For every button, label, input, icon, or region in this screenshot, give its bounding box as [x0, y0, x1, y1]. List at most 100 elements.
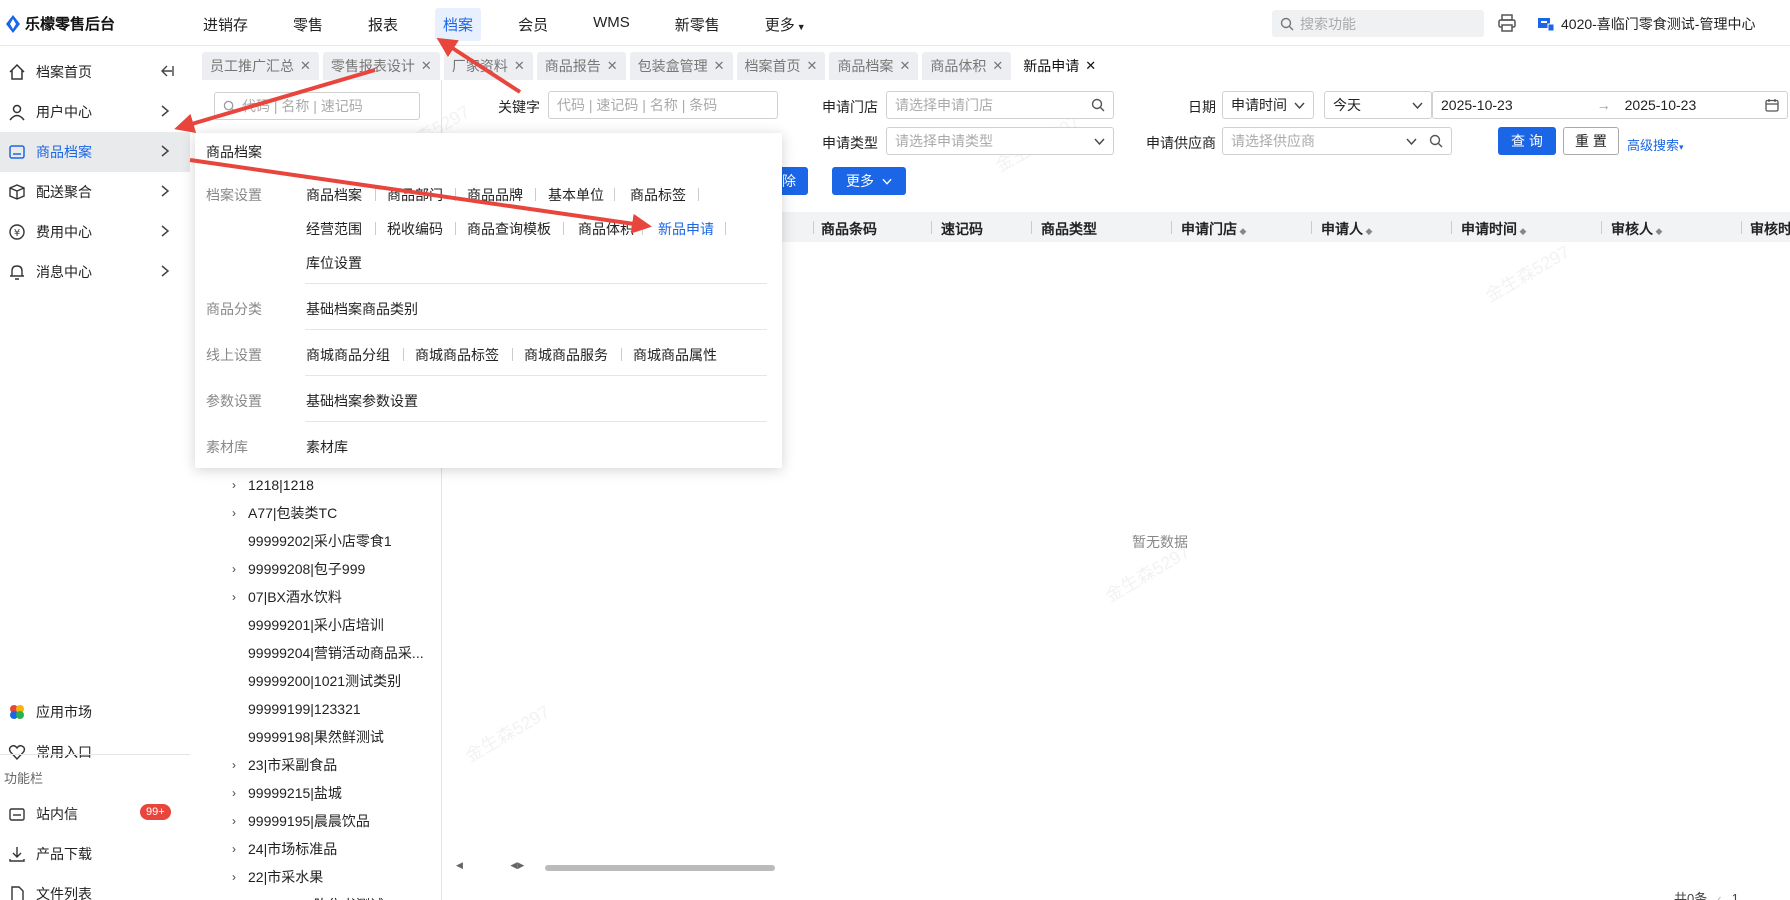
tree-item[interactable]: 99999204|营销活动商品采... — [232, 641, 424, 665]
sort-icon[interactable]: ◆ — [1653, 226, 1663, 236]
menu-link-product-volume[interactable]: 商品体积 — [578, 219, 634, 239]
nav-item-new-retail[interactable]: 新零售 — [667, 8, 728, 41]
menu-link-mall-tag[interactable]: 商城商品标签 — [415, 345, 499, 365]
tree-item[interactable]: › 24|市场标准品 — [232, 837, 337, 861]
chevron-right-icon[interactable]: › — [232, 842, 248, 856]
date-range-picker[interactable]: 2025-10-23 → 2025-10-23 — [1432, 91, 1788, 119]
column-request-time[interactable]: 申请时间 ◆ — [1461, 219, 1526, 239]
tab-product-archive[interactable]: 商品档案 ✕ — [829, 52, 919, 80]
nav-item-more[interactable]: 更多 ▼ — [757, 8, 814, 41]
menu-link-product-tag[interactable]: 商品标签 — [630, 185, 686, 205]
sidebar-item-message-center[interactable]: 消息中心 — [0, 252, 190, 292]
menu-link-base-category[interactable]: 基础档案商品类别 — [306, 299, 418, 319]
chevron-right-icon[interactable]: › — [232, 506, 248, 520]
tree-item[interactable]: › 07|BX酒水饮料 — [232, 585, 342, 609]
menu-link-product-brand[interactable]: 商品品牌 — [467, 185, 523, 205]
tab-box-management[interactable]: 包装盒管理 ✕ — [629, 52, 733, 80]
column-shortcode[interactable]: 速记码 — [941, 219, 983, 239]
menu-link-product-archive[interactable]: 商品档案 — [306, 185, 362, 205]
keyword-input[interactable]: 代码 | 速记码 | 名称 | 条码 — [548, 91, 778, 119]
column-reviewer[interactable]: 审核人 ◆ — [1611, 219, 1662, 239]
tab-employee-promo[interactable]: 员工推广汇总 ✕ — [202, 52, 319, 80]
sort-icon[interactable]: ◆ — [1517, 226, 1527, 236]
tab-vendor-info[interactable]: 厂家资料 ✕ — [443, 52, 533, 80]
function-search-input[interactable]: 搜索功能 — [1272, 10, 1484, 37]
store-selector[interactable]: 4020-喜临门零食测试-管理中心 — [1537, 14, 1755, 34]
sidebar-item-delivery[interactable]: 配送聚合 — [0, 172, 190, 212]
printer-icon[interactable] — [1497, 13, 1517, 36]
search-icon[interactable] — [1429, 134, 1443, 148]
sidebar-item-expense-center[interactable]: ¥ 费用中心 — [0, 212, 190, 252]
menu-link-mall-attribute[interactable]: 商城商品属性 — [633, 345, 717, 365]
menu-link-new-product-request[interactable]: 新品申请 — [658, 219, 714, 239]
query-button[interactable]: 查 询 — [1498, 127, 1556, 155]
column-requester[interactable]: 申请人 ◆ — [1321, 219, 1372, 239]
sidebar-item-user-center[interactable]: 用户中心 — [0, 92, 190, 132]
sidebar-item-product-archive[interactable]: 商品档案 — [0, 132, 190, 172]
chevron-right-icon[interactable]: › — [232, 786, 248, 800]
chevron-right-icon[interactable]: › — [232, 590, 248, 604]
close-icon[interactable]: ✕ — [714, 58, 725, 74]
menu-link-mall-service[interactable]: 商城商品服务 — [524, 345, 608, 365]
tab-product-volume[interactable]: 商品体积 ✕ — [922, 52, 1012, 80]
sort-icon[interactable]: ◆ — [1363, 226, 1373, 236]
more-actions-button[interactable]: 更多 — [832, 167, 906, 195]
tab-retail-report-design[interactable]: 零售报表设计 ✕ — [322, 52, 440, 80]
advanced-search-link[interactable]: 高级搜索▾ — [1627, 135, 1684, 154]
sort-icon[interactable]: ◆ — [1237, 226, 1247, 236]
chevron-right-icon[interactable]: › — [232, 758, 248, 772]
pager-current[interactable]: 1 — [1732, 891, 1739, 900]
tree-item[interactable]: 99999197|陈焦书测试 — [232, 893, 384, 900]
scroll-arrows-icon[interactable]: ◀ ◀▶ — [456, 860, 524, 871]
tree-item[interactable]: › A77|包装类TC — [232, 501, 337, 525]
menu-link-location-settings[interactable]: 库位设置 — [306, 253, 362, 273]
menu-link-product-department[interactable]: 商品部门 — [387, 185, 443, 205]
close-icon[interactable]: ✕ — [992, 58, 1003, 74]
sidebar-item-inbox[interactable]: 站内信 99+ — [0, 794, 190, 834]
nav-item-retail[interactable]: 零售 — [285, 8, 331, 41]
chevron-right-icon[interactable]: › — [232, 562, 248, 576]
calendar-icon[interactable] — [1765, 98, 1779, 112]
menu-link-tax-code[interactable]: 税收编码 — [387, 219, 443, 239]
close-icon[interactable]: ✕ — [899, 58, 910, 74]
date-range-select[interactable]: 今天 — [1324, 91, 1432, 119]
tree-item[interactable]: 99999201|采小店培训 — [232, 613, 384, 637]
tree-item[interactable]: › 99999215|盐城 — [232, 781, 342, 805]
reset-button[interactable]: 重 置 — [1563, 127, 1619, 155]
date-type-select[interactable]: 申请时间 — [1222, 91, 1314, 119]
collapse-sidebar-icon[interactable] — [160, 64, 174, 81]
menu-link-base-unit[interactable]: 基本单位 — [548, 185, 604, 205]
sidebar-item-archive-home[interactable]: 档案首页 — [0, 52, 190, 92]
tree-item[interactable]: › 23|市采副食品 — [232, 753, 337, 777]
tab-new-product-request[interactable]: 新品申请 ✕ — [1015, 52, 1105, 80]
sidebar-item-file-list[interactable]: 文件列表 — [0, 874, 190, 900]
sidebar-item-app-market[interactable]: 应用市场 — [0, 692, 190, 732]
tree-search-input[interactable]: 代码 | 名称 | 速记码 — [214, 92, 420, 120]
nav-item-wms[interactable]: WMS — [585, 8, 638, 41]
search-icon[interactable] — [1091, 98, 1105, 112]
close-icon[interactable]: ✕ — [1085, 58, 1096, 74]
column-review-time[interactable]: 审核时 — [1750, 219, 1790, 239]
close-icon[interactable]: ✕ — [514, 58, 525, 74]
sidebar-item-downloads[interactable]: 产品下载 — [0, 834, 190, 874]
horizontal-scrollbar[interactable] — [545, 865, 775, 871]
app-logo[interactable]: 乐檬零售后台 — [6, 13, 115, 34]
menu-link-query-template[interactable]: 商品查询模板 — [467, 219, 551, 239]
chevron-right-icon[interactable]: › — [232, 814, 248, 828]
tab-product-report[interactable]: 商品报告 ✕ — [536, 52, 626, 80]
tree-item[interactable]: 99999202|采小店零食1 — [232, 529, 392, 553]
nav-item-archive[interactable]: 档案 — [435, 8, 482, 41]
nav-item-member[interactable]: 会员 — [510, 8, 556, 41]
menu-link-materials[interactable]: 素材库 — [306, 437, 348, 457]
column-request-store[interactable]: 申请门店 ◆ — [1181, 219, 1246, 239]
chevron-right-icon[interactable]: › — [232, 870, 248, 884]
tree-item[interactable]: 99999199|123321 — [232, 697, 361, 721]
chevron-right-icon[interactable]: › — [232, 478, 248, 492]
menu-link-base-params[interactable]: 基础档案参数设置 — [306, 391, 418, 411]
request-store-input[interactable]: 请选择申请门店 — [886, 91, 1114, 119]
menu-link-mall-group[interactable]: 商城商品分组 — [306, 345, 390, 365]
tree-item[interactable]: › 1218|1218 — [232, 473, 314, 497]
close-icon[interactable]: ✕ — [807, 58, 818, 74]
sidebar-item-favorites[interactable]: 常用入口 — [0, 732, 190, 772]
column-product-type[interactable]: 商品类型 — [1041, 219, 1097, 239]
